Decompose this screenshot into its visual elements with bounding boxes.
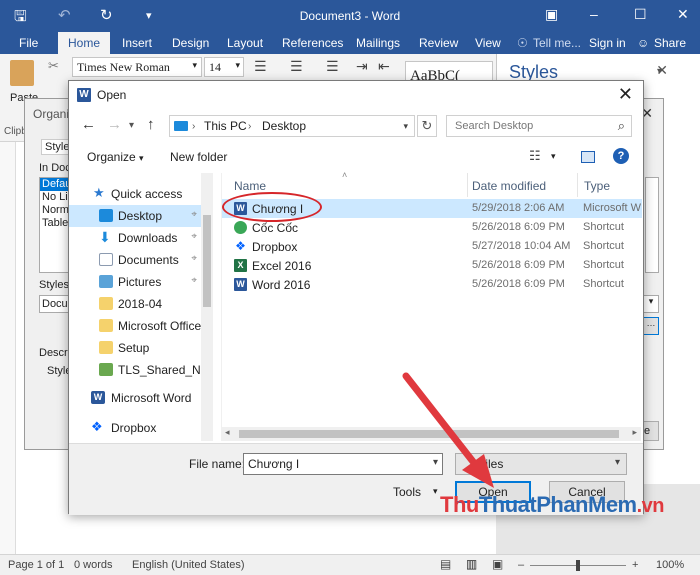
page-count[interactable]: Page 1 of 1	[8, 559, 64, 571]
watermark: ThuThuatPhanMem.vn	[440, 492, 665, 518]
print-layout-icon[interactable]: ▥	[466, 557, 477, 571]
word-count[interactable]: 0 words	[74, 559, 113, 571]
zoom-out-icon[interactable]: –	[518, 559, 524, 571]
watermark-part3: .vn	[636, 495, 665, 517]
zoom-slider-thumb[interactable]	[576, 560, 580, 571]
status-bar: Page 1 of 1 0 words English (United Stat…	[0, 554, 700, 575]
language-status[interactable]: English (United States)	[132, 559, 245, 571]
read-mode-icon[interactable]: ▤	[440, 557, 451, 571]
zoom-in-icon[interactable]: +	[632, 559, 638, 571]
annotation-arrow-shaft	[402, 372, 482, 472]
watermark-part2: ThuatPhanMem	[478, 492, 637, 517]
zoom-level[interactable]: 100%	[656, 559, 684, 571]
watermark-part1: Thu	[440, 492, 479, 517]
web-layout-icon[interactable]: ▣	[492, 557, 503, 571]
annotation-arrow	[402, 372, 494, 488]
